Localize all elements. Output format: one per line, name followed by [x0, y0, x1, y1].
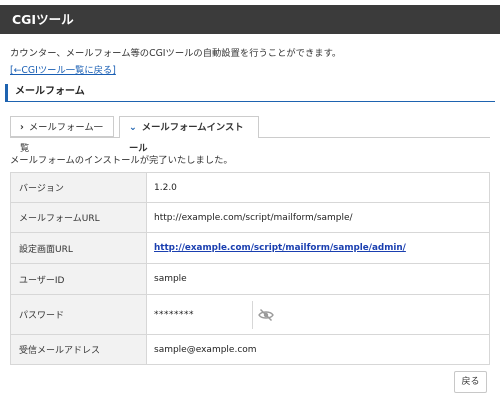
chevron-right-icon: ›	[20, 122, 24, 133]
tab-mailform-list[interactable]: › メールフォーム一覧	[10, 116, 114, 154]
page-header: CGIツール	[0, 5, 500, 34]
tab-label: メールフォーム一覧	[20, 122, 103, 154]
section-heading: メールフォーム	[5, 84, 495, 102]
table-row: バージョン 1.2.0	[10, 172, 490, 203]
eye-slash-icon[interactable]	[258, 308, 274, 322]
back-to-cgi-list-link[interactable]: [←CGIツール一覧に戻る]	[10, 65, 116, 76]
user-id-label: ユーザーID	[10, 263, 147, 295]
table-row: メールフォームURL http://example.com/script/mai…	[10, 202, 490, 233]
section-title: メールフォーム	[15, 86, 85, 97]
table-row: 設定画面URL http://example.com/script/mailfo…	[10, 232, 490, 264]
password-divider	[252, 300, 253, 329]
mailform-url-label: メールフォームURL	[10, 202, 147, 233]
page-title: CGIツール	[12, 12, 74, 27]
version-value: 1.2.0	[146, 172, 490, 203]
admin-url-cell: http://example.com/script/mailform/sampl…	[146, 232, 490, 264]
user-id-value: sample	[146, 263, 490, 295]
password-label: パスワード	[10, 294, 147, 335]
admin-url-label: 設定画面URL	[10, 232, 147, 264]
password-cell: ********	[146, 294, 490, 335]
back-button[interactable]: 戻る	[454, 371, 487, 393]
tab-label: メールフォームインストール	[129, 122, 244, 154]
mailform-url-value: http://example.com/script/mailform/sampl…	[146, 202, 490, 233]
completion-message: メールフォームのインストールが完了いたしました。	[10, 155, 233, 166]
version-label: バージョン	[10, 172, 147, 203]
install-details-table: バージョン 1.2.0 メールフォームURL http://example.co…	[10, 172, 490, 365]
table-row: 受信メールアドレス sample@example.com	[10, 334, 490, 365]
tab-mailform-install[interactable]: ⌄ メールフォームインストール	[119, 116, 259, 154]
table-row: パスワード ********	[10, 294, 490, 335]
admin-url-link[interactable]: http://example.com/script/mailform/sampl…	[154, 243, 406, 253]
back-to-list-row: [←CGIツール一覧に戻る]	[10, 62, 116, 76]
intro-description: カウンター、メールフォーム等のCGIツールの自動設置を行うことができます。	[10, 48, 342, 59]
password-value: ********	[154, 309, 194, 320]
receive-email-value: sample@example.com	[146, 334, 490, 365]
chevron-down-icon: ⌄	[129, 122, 137, 133]
table-row: ユーザーID sample	[10, 263, 490, 295]
receive-email-label: 受信メールアドレス	[10, 334, 147, 365]
